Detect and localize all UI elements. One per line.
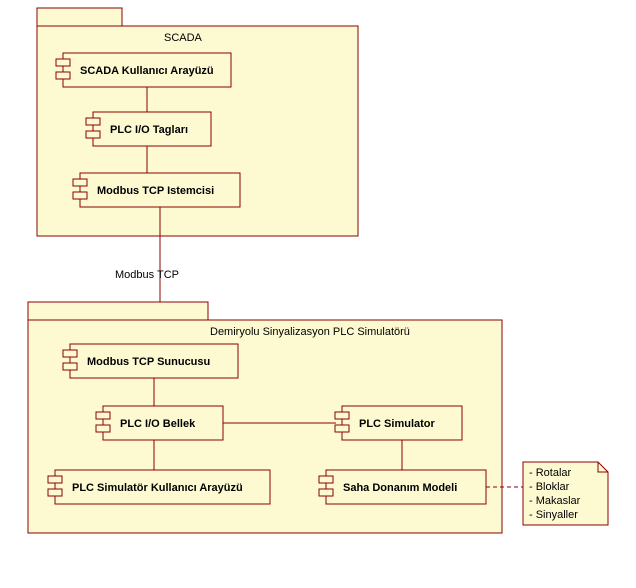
component-mb-server-label: Modbus TCP Sunucusu [87,356,210,368]
component-mb-server: Modbus TCP Sunucusu [63,344,238,378]
note-line-2: - Makaslar [529,495,581,507]
component-scada-ui: SCADA Kullanıcı Arayüzü [56,53,231,87]
component-mb-client: Modbus TCP Istemcisi [73,173,240,207]
component-mb-client-label: Modbus TCP Istemcisi [97,185,214,197]
component-plc-memory-label: PLC I/O Bellek [120,418,196,430]
component-plc-tags: PLC I/O Tagları [86,112,211,146]
note: - Rotalar - Bloklar - Makaslar - Sinyall… [523,462,608,525]
component-field-model-label: Saha Donanım Modeli [343,482,457,494]
note-line-1: - Bloklar [529,481,570,493]
component-plc-sim-ui-label: PLC Simulatör Kullanıcı Arayüzü [72,482,243,494]
component-plc-sim-ui: PLC Simulatör Kullanıcı Arayüzü [48,470,270,504]
package-scada-title: SCADA [164,32,203,44]
connector-modbus-tcp-label: Modbus TCP [115,269,179,281]
component-plc-sim-label: PLC Simulator [359,418,436,430]
component-field-model: Saha Donanım Modeli [319,470,486,504]
package-sim-title: Demiryolu Sinyalizasyon PLC Simulatörü [210,326,410,338]
component-scada-ui-label: SCADA Kullanıcı Arayüzü [80,65,214,77]
diagram-canvas: SCADA SCADA Kullanıcı Arayüzü PLC I/O Ta… [0,0,636,588]
note-line-3: - Sinyaller [529,509,578,521]
component-plc-tags-label: PLC I/O Tagları [110,124,188,136]
component-plc-memory: PLC I/O Bellek [96,406,223,440]
component-plc-sim: PLC Simulator [335,406,462,440]
note-line-0: - Rotalar [529,467,572,479]
